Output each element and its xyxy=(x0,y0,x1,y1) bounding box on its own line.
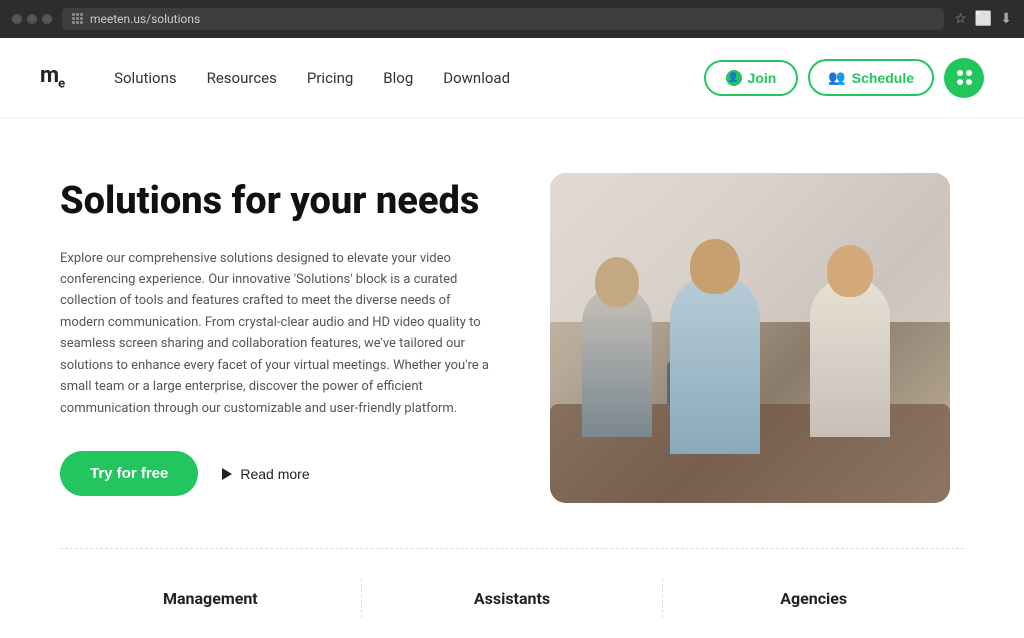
browser-action-buttons: ☆ ⬜ ⬇ xyxy=(954,11,1012,27)
nav-item-solutions[interactable]: Solutions xyxy=(114,68,177,87)
browser-window-controls xyxy=(12,14,52,24)
browser-share-icon[interactable]: ⬜ xyxy=(975,11,992,27)
nav-links: Solutions Resources Pricing Blog Downloa… xyxy=(114,68,703,87)
play-icon xyxy=(222,468,232,480)
logo-sub: e xyxy=(58,77,64,92)
navbar: me Solutions Resources Pricing Blog Down… xyxy=(0,38,1024,118)
read-more-button[interactable]: Read more xyxy=(222,466,309,482)
schedule-label: Schedule xyxy=(852,70,914,86)
person-1-body xyxy=(582,287,652,437)
join-button[interactable]: 👤 Join xyxy=(704,60,799,96)
hero-content: Solutions for your needs Explore our com… xyxy=(60,180,490,496)
person-2-body xyxy=(670,274,760,454)
person-3-body xyxy=(810,277,890,437)
bottom-item-assistants[interactable]: Assistants xyxy=(362,579,664,618)
grid-dots-icon xyxy=(957,70,972,85)
management-label: Management xyxy=(163,589,258,608)
nav-link-blog[interactable]: Blog xyxy=(383,69,413,87)
join-label: Join xyxy=(748,70,777,86)
browser-download-icon[interactable]: ⬇ xyxy=(1000,11,1012,27)
logo[interactable]: me xyxy=(40,63,64,91)
nav-item-download[interactable]: Download xyxy=(443,68,510,87)
nav-link-download[interactable]: Download xyxy=(443,69,510,87)
browser-chrome: meeten.us/solutions ☆ ⬜ ⬇ xyxy=(0,0,1024,38)
browser-address-bar[interactable]: meeten.us/solutions xyxy=(62,8,944,30)
nav-item-resources[interactable]: Resources xyxy=(207,68,277,87)
hero-description: Explore our comprehensive solutions desi… xyxy=(60,248,490,420)
person-2-head xyxy=(690,239,740,294)
nav-link-resources[interactable]: Resources xyxy=(207,69,277,87)
page: me Solutions Resources Pricing Blog Down… xyxy=(0,38,1024,638)
nav-buttons: 👤 Join 👥 Schedule xyxy=(704,58,984,98)
browser-star-icon[interactable]: ☆ xyxy=(954,11,967,27)
hero-section: Solutions for your needs Explore our com… xyxy=(0,118,1024,548)
agencies-label: Agencies xyxy=(780,589,847,608)
person-3-head xyxy=(827,245,873,297)
bottom-item-agencies[interactable]: Agencies xyxy=(663,579,964,618)
bottom-section: Management Assistants Agencies xyxy=(60,548,964,638)
nav-link-pricing[interactable]: Pricing xyxy=(307,69,353,87)
schedule-button[interactable]: 👥 Schedule xyxy=(808,59,934,96)
schedule-persons-icon: 👥 xyxy=(828,69,845,86)
browser-dot-1 xyxy=(12,14,22,24)
browser-grid-icon xyxy=(72,13,84,25)
nav-link-solutions[interactable]: Solutions xyxy=(114,69,177,87)
browser-dot-3 xyxy=(42,14,52,24)
nav-item-pricing[interactable]: Pricing xyxy=(307,68,353,87)
join-person-icon: 👤 xyxy=(726,70,742,86)
read-more-label: Read more xyxy=(240,466,309,482)
nav-item-blog[interactable]: Blog xyxy=(383,68,413,87)
hero-image-placeholder xyxy=(550,173,950,503)
person-1-head xyxy=(595,257,639,307)
try-for-free-button[interactable]: Try for free xyxy=(60,451,198,496)
browser-url-text: meeten.us/solutions xyxy=(90,12,200,26)
hero-title: Solutions for your needs xyxy=(60,180,490,224)
browser-dot-2 xyxy=(27,14,37,24)
hero-image xyxy=(550,173,950,503)
apps-grid-button[interactable] xyxy=(944,58,984,98)
hero-actions: Try for free Read more xyxy=(60,451,490,496)
bottom-item-management[interactable]: Management xyxy=(60,579,362,618)
assistants-label: Assistants xyxy=(474,589,550,608)
